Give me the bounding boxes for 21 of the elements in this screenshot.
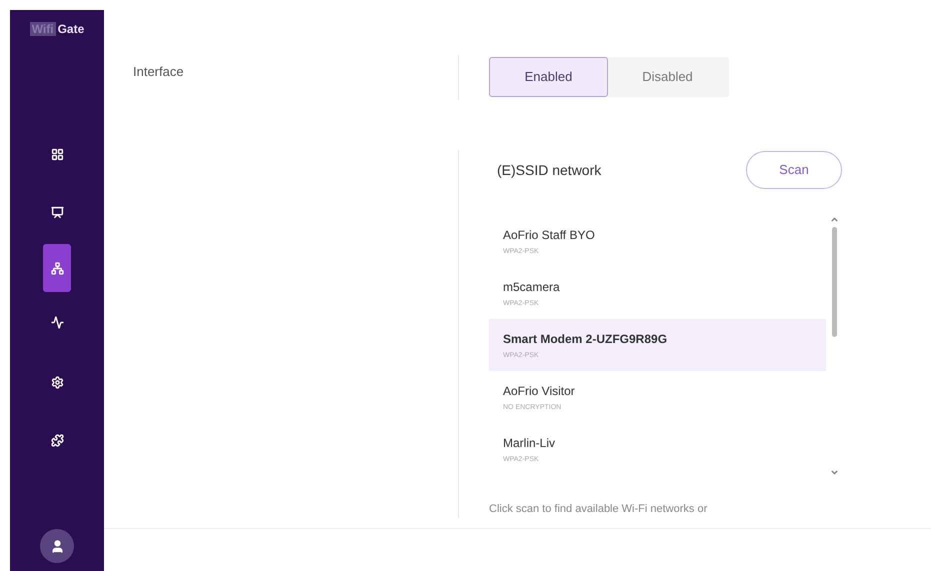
grid-icon [50,148,64,160]
puzzle-icon [50,434,64,446]
essid-title: (E)SSID network [497,160,602,180]
toggle-option[interactable]: Enabled [489,57,608,97]
scroll-down-icon [830,468,838,477]
toggle-option[interactable]: Disabled [608,57,727,97]
board-icon [50,206,64,218]
pulse-icon [50,316,64,328]
network-name: Marlin-Liv [503,434,556,450]
avatar-button[interactable] [40,529,74,563]
network-name: AoFrio Staff BYO [503,226,596,242]
network-name: AoFrio Visitor [503,382,576,398]
interface-label: Interface [133,63,185,81]
network-name: Smart Modem 2-UZFG9R89G [503,330,668,346]
network-icon [50,262,64,274]
user-icon [50,538,64,554]
scan-button[interactable]: Scan [746,151,842,189]
settings-icon [50,376,64,388]
scroll-up-icon [830,215,838,224]
network-name: m5camera [503,278,561,294]
help-text: Click scan to find available Wi-Fi networks or [489,502,708,517]
